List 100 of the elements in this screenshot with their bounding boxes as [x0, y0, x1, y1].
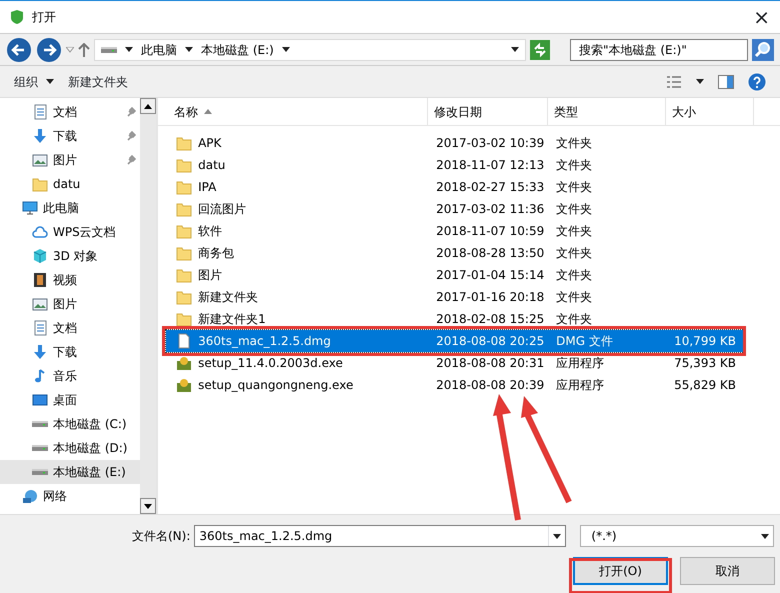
- file-name: datu: [198, 157, 226, 174]
- file-size: 55,829 KB: [674, 377, 736, 394]
- search-icon: [752, 38, 774, 60]
- sidebar-item[interactable]: 图片: [0, 292, 140, 316]
- down-arrow-icon: [32, 128, 48, 144]
- file-type: 应用程序: [555, 377, 606, 394]
- file-name: 新建文件夹1: [198, 311, 266, 328]
- folder-icon: [176, 179, 192, 195]
- file-date: 2017-03-02 11:36: [435, 201, 546, 218]
- sidebar-item[interactable]: 下载: [0, 340, 140, 364]
- file-size: 75,393 KB: [674, 355, 736, 372]
- sidebar-item[interactable]: 下载: [0, 124, 140, 148]
- file-type-dropdown[interactable]: (*.*): [580, 525, 774, 547]
- file-type: 文件夹: [555, 311, 594, 328]
- file-date: 2018-08-08 20:39: [435, 377, 546, 394]
- folder-icon: [176, 267, 192, 283]
- sidebar-item[interactable]: 桌面: [0, 388, 140, 412]
- file-row[interactable]: 新建文件夹 2017-01-16 20:18 文件夹: [166, 286, 744, 308]
- new-folder-button[interactable]: 新建文件夹: [68, 72, 128, 90]
- file-type: 文件夹: [555, 157, 594, 174]
- file-type: 文件夹: [555, 179, 594, 196]
- file-date: 2018-11-07 12:13: [435, 157, 546, 174]
- organize-button[interactable]: 组织: [14, 72, 54, 90]
- installer-icon: [176, 377, 192, 393]
- file-row[interactable]: 图片 2017-01-04 15:14 文件夹: [166, 264, 744, 286]
- file-type: 文件夹: [555, 267, 594, 284]
- file-row[interactable]: IPA 2018-02-27 15:33 文件夹: [166, 176, 744, 198]
- forward-button-icon: [36, 36, 62, 62]
- file-name: IPA: [198, 179, 216, 196]
- file-name: 360ts_mac_1.2.5.dmg: [198, 333, 331, 350]
- file-row[interactable]: APK 2017-03-02 10:39 文件夹: [166, 132, 744, 154]
- file-size: 10,799 KB: [674, 333, 736, 350]
- file-row[interactable]: datu 2018-11-07 12:13 文件夹: [166, 154, 744, 176]
- sidebar-item[interactable]: 本地磁盘 (C:): [0, 412, 140, 436]
- folder-icon: [176, 311, 192, 327]
- folder-icon: [176, 157, 192, 173]
- drive-icon: [32, 469, 48, 475]
- sidebar-item[interactable]: 此电脑: [0, 196, 140, 220]
- file-row[interactable]: 回流图片 2017-03-02 11:36 文件夹: [166, 198, 744, 220]
- file-date: 2018-08-28 13:50: [435, 245, 546, 262]
- file-row[interactable]: 新建文件夹1 2018-02-08 15:25 文件夹: [166, 308, 744, 330]
- preview-pane-icon: [718, 74, 734, 88]
- file-row[interactable]: 软件 2018-11-07 10:59 文件夹: [166, 220, 744, 242]
- search-field[interactable]: 搜索"本地磁盘 (E:)": [570, 38, 748, 60]
- file-row[interactable]: 商务包 2018-08-28 13:50 文件夹: [166, 242, 744, 264]
- desktop-icon: [32, 392, 48, 408]
- sidebar-item[interactable]: 文档: [0, 316, 140, 340]
- sidebar-item[interactable]: 视频: [0, 268, 140, 292]
- folder-icon: [176, 201, 192, 217]
- document-icon: [32, 104, 48, 120]
- window-title: 打开: [32, 9, 56, 26]
- sidebar-item[interactable]: 3D 对象: [0, 244, 140, 268]
- caret-icon: [125, 47, 133, 52]
- file-type: DMG 文件: [555, 333, 614, 350]
- sidebar-item[interactable]: 本地磁盘 (D:): [0, 436, 140, 460]
- caret-icon: [553, 534, 562, 538]
- file-type: 文件夹: [555, 223, 594, 240]
- close-button[interactable]: ×: [753, 7, 770, 27]
- file-name: 新建文件夹: [198, 289, 258, 306]
- sidebar-item[interactable]: 音乐: [0, 364, 140, 388]
- file-name: 回流图片: [198, 201, 246, 218]
- filename-field[interactable]: 360ts_mac_1.2.5.dmg: [194, 525, 566, 547]
- file-date: 2017-01-04 15:14: [435, 267, 546, 284]
- caret-icon: [185, 47, 193, 52]
- column-header[interactable]: 修改日期: [428, 98, 548, 125]
- column-header[interactable]: 大小: [666, 98, 754, 125]
- file-type: 文件夹: [555, 289, 594, 306]
- caret-icon: [282, 47, 290, 52]
- sidebar-item[interactable]: 网络: [0, 484, 140, 508]
- file-name: setup_quangongneng.exe: [198, 377, 354, 394]
- file-name: setup_11.4.0.2003d.exe: [198, 355, 343, 372]
- folder-icon: [32, 176, 48, 192]
- help-icon: [748, 72, 766, 90]
- document-icon: [32, 320, 48, 336]
- file-row[interactable]: 360ts_mac_1.2.5.dmg 2018-08-08 20:25 DMG 文件 10,799 KB: [166, 330, 744, 352]
- column-header[interactable]: 名称: [158, 98, 428, 125]
- picture-icon: [32, 152, 48, 168]
- scrollbar[interactable]: [140, 98, 156, 514]
- file-row[interactable]: setup_quangongneng.exe 2018-08-08 20:39 应用程序 55,829 KB: [166, 374, 744, 396]
- picture-icon: [32, 296, 48, 312]
- file-name: 商务包: [198, 245, 234, 262]
- filename-label: 文件名(N):: [132, 528, 190, 545]
- sidebar-item[interactable]: WPS云文档: [0, 220, 140, 244]
- breadcrumb[interactable]: 本地磁盘 (E:): [201, 40, 274, 58]
- sidebar-item[interactable]: 本地磁盘 (E:): [0, 460, 140, 484]
- sidebar-item[interactable]: 文档: [0, 100, 140, 124]
- file-icon: [176, 333, 192, 349]
- sidebar-item[interactable]: datu: [0, 172, 140, 196]
- view-options-icon: [666, 74, 682, 88]
- address-bar[interactable]: 此电脑 本地磁盘 (E:): [94, 38, 526, 60]
- breadcrumb[interactable]: 此电脑: [141, 40, 177, 58]
- file-row[interactable]: setup_11.4.0.2003d.exe 2018-08-08 20:31 应用程序 75,393 KB: [166, 352, 744, 374]
- cancel-button[interactable]: 取消: [680, 557, 775, 585]
- file-type: 文件夹: [555, 135, 594, 152]
- column-header[interactable]: 类型: [548, 98, 666, 125]
- caret-icon: [696, 79, 704, 84]
- file-name: 图片: [198, 267, 222, 284]
- folder-icon: [176, 289, 192, 305]
- sidebar-item[interactable]: 图片: [0, 148, 140, 172]
- file-type: 应用程序: [555, 355, 606, 372]
